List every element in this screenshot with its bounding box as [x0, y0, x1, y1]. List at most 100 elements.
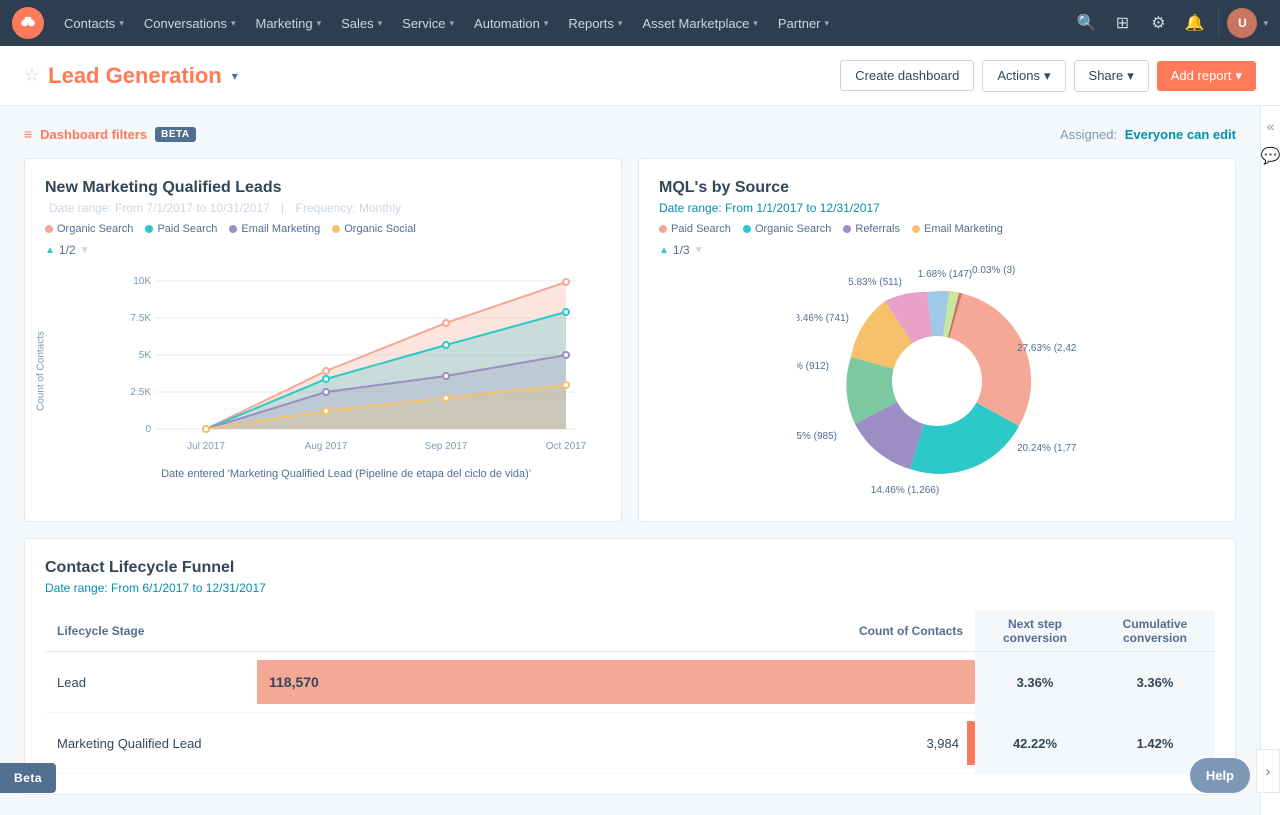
chart1-x-label: Date entered 'Marketing Qualified Lead (… [91, 468, 601, 480]
mql-bar [967, 721, 975, 765]
legend-email-marketing2: Email Marketing [912, 223, 1003, 235]
actions-button[interactable]: Actions ▾ [982, 60, 1065, 92]
funnel-row-lead: Lead 118,570 3.36% 3.36% [45, 652, 1215, 713]
search-button[interactable]: 🔍 [1070, 7, 1102, 39]
chart1-svg: 10K 7.5K 5K 2.5K 0 Jul 2017 Aug 2017 Sep… [91, 261, 601, 461]
next-page-button[interactable]: › [1256, 749, 1280, 793]
legend-referrals: Referrals [843, 223, 900, 235]
funnel-title: Contact Lifecycle Funnel [45, 559, 1215, 577]
svg-text:10.41% (912): 10.41% (912) [797, 361, 829, 372]
page-header: ☆ Lead Generation ▾ Create dashboard Act… [0, 46, 1280, 106]
add-report-button[interactable]: Add report ▾ [1157, 61, 1256, 91]
beta-badge: BETA [155, 127, 195, 142]
nav-contacts[interactable]: Contacts ▾ [54, 0, 134, 46]
lead-next-step: 3.36% [975, 652, 1095, 713]
nav-asset-marketplace[interactable]: Asset Marketplace ▾ [632, 0, 767, 46]
hubspot-logo[interactable] [12, 7, 44, 39]
asset-chevron: ▾ [753, 18, 758, 29]
svg-text:Aug 2017: Aug 2017 [305, 441, 348, 452]
chart2-nav-up[interactable]: ▲ [659, 245, 669, 256]
svg-text:0: 0 [145, 424, 151, 435]
create-dashboard-button[interactable]: Create dashboard [840, 60, 974, 91]
partner-chevron: ▾ [825, 18, 830, 29]
svg-text:1.68% (147): 1.68% (147) [918, 269, 972, 280]
mql-by-source-card: MQL's by Source Date range: From 1/1/201… [638, 158, 1236, 522]
chart2-nav: ▲ 1/3 ▼ [659, 243, 1215, 257]
beta-button[interactable]: Beta [0, 763, 56, 793]
svg-text:10K: 10K [133, 276, 151, 287]
nav-reports[interactable]: Reports ▾ [558, 0, 632, 46]
sales-chevron: ▾ [378, 18, 383, 29]
nav-sales[interactable]: Sales ▾ [331, 0, 392, 46]
assigned-link[interactable]: Everyone can edit [1125, 127, 1236, 142]
marketing-chevron: ▾ [317, 18, 322, 29]
collapse-sidebar-button[interactable]: « [1267, 118, 1275, 134]
right-sidebar: « 💬 [1260, 106, 1280, 815]
title-dropdown-arrow[interactable]: ▾ [232, 69, 238, 83]
chart1-nav-up[interactable]: ▲ [45, 245, 55, 256]
chat-icon[interactable]: 💬 [1261, 146, 1280, 166]
add-report-chevron: ▾ [1235, 68, 1242, 84]
chart1-nav: ▲ 1/2 ▼ [45, 243, 601, 257]
nav-service[interactable]: Service ▾ [392, 0, 464, 46]
chart1-nav-down[interactable]: ▼ [80, 245, 90, 256]
nav-divider [1218, 9, 1219, 37]
apps-button[interactable]: ⊞ [1106, 7, 1138, 39]
main-content-area: ≡ Dashboard filters BETA Assigned: Every… [0, 106, 1280, 815]
nav-conversations[interactable]: Conversations ▾ [134, 0, 246, 46]
new-mql-card: New Marketing Qualified Leads Date range… [24, 158, 622, 522]
stage-lead: Lead [45, 652, 245, 713]
user-avatar[interactable]: U [1227, 8, 1257, 38]
chart2-legend: Paid Search Organic Search Referrals Ema… [659, 223, 1215, 235]
svg-text:Oct 2017: Oct 2017 [546, 441, 587, 452]
dashboard-content: ≡ Dashboard filters BETA Assigned: Every… [0, 106, 1260, 815]
filter-left: ≡ Dashboard filters BETA [24, 126, 196, 142]
chart2-nav-down[interactable]: ▼ [694, 245, 704, 256]
settings-button[interactable]: ⚙ [1142, 7, 1174, 39]
svg-text:5.83% (511): 5.83% (511) [848, 277, 902, 288]
funnel-card: Contact Lifecycle Funnel Date range: Fro… [24, 538, 1236, 795]
share-button[interactable]: Share ▾ [1074, 60, 1149, 92]
col-cumulative: Cumulative conversion [1095, 611, 1215, 652]
legend-email-marketing: Email Marketing [229, 223, 320, 235]
nav-right-icons: 🔍 ⊞ ⚙ 🔔 U ▾ [1070, 7, 1268, 39]
chart2-svg: 27.63% (2,420) 20.24% (1,773) 14.46% (1,… [797, 261, 1077, 501]
share-chevron: ▾ [1127, 68, 1134, 84]
svg-text:5K: 5K [139, 350, 152, 361]
automation-chevron: ▾ [544, 18, 549, 29]
nav-marketing[interactable]: Marketing ▾ [245, 0, 331, 46]
svg-text:8.46% (741): 8.46% (741) [797, 313, 849, 324]
funnel-date: Date range: From 6/1/2017 to 12/31/2017 [45, 581, 1215, 595]
chart1-nav-label: 1/2 [59, 243, 76, 257]
svg-text:2.5K: 2.5K [130, 387, 151, 398]
svg-text:20.24% (1,773): 20.24% (1,773) [1017, 443, 1077, 454]
top-charts-grid: New Marketing Qualified Leads Date range… [24, 158, 1236, 522]
col-lifecycle-stage: Lifecycle Stage [45, 611, 245, 652]
svg-text:14.46% (1,266): 14.46% (1,266) [871, 485, 939, 496]
chart1-y-label: Count of Contacts [36, 330, 47, 410]
header-actions: Create dashboard Actions ▾ Share ▾ Add r… [840, 60, 1256, 92]
filter-icon: ≡ [24, 126, 32, 142]
svg-text:11.25% (985): 11.25% (985) [797, 431, 837, 442]
col-next-step: Next step conversion [975, 611, 1095, 652]
help-button[interactable]: Help [1190, 758, 1250, 793]
svg-text:Jul 2017: Jul 2017 [187, 441, 225, 452]
filter-label[interactable]: Dashboard filters [40, 127, 147, 142]
favorite-icon[interactable]: ☆ [24, 65, 40, 86]
legend-paid-search: Paid Search [145, 223, 217, 235]
user-dropdown-chevron[interactable]: ▾ [1263, 18, 1268, 29]
chart1-container: Count of Contacts 10K 7.5K 5K 2.5K 0 [45, 261, 601, 480]
notifications-button[interactable]: 🔔 [1178, 7, 1210, 39]
filter-bar: ≡ Dashboard filters BETA Assigned: Every… [24, 126, 1236, 142]
chart1-legend: Organic Search Paid Search Email Marketi… [45, 223, 601, 235]
svg-text:0.03% (3): 0.03% (3) [972, 265, 1015, 276]
stage-mql: Marketing Qualified Lead [45, 713, 245, 774]
svg-text:Sep 2017: Sep 2017 [425, 441, 468, 452]
nav-partner[interactable]: Partner ▾ [768, 0, 839, 46]
nav-automation[interactable]: Automation ▾ [464, 0, 558, 46]
chart2-nav-label: 1/3 [673, 243, 690, 257]
funnel-table: Lifecycle Stage Count of Contacts Next s… [45, 611, 1215, 774]
reports-chevron: ▾ [618, 18, 623, 29]
chart2-date: Date range: From 1/1/2017 to 12/31/2017 [659, 201, 1215, 215]
svg-text:7.5K: 7.5K [130, 313, 151, 324]
